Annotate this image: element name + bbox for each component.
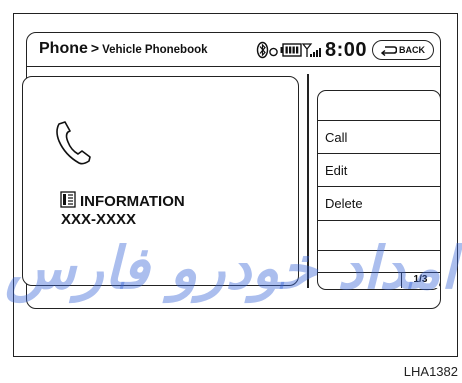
signal-strength-icon [301,42,322,58]
menu-item-edit[interactable]: Edit [318,154,440,187]
contact-label: INFORMATION [60,191,185,212]
panel-divider [307,74,309,288]
battery-icon [280,42,302,58]
menu-item-call[interactable]: Call [318,121,440,154]
page-indicator: 1/3 [401,272,439,288]
breadcrumb: Phone > Vehicle Phonebook [39,40,208,58]
menu-item-blank-1[interactable] [318,221,440,251]
phone-handset-icon [53,119,97,172]
menu-item-blank-top[interactable] [318,91,440,121]
back-button[interactable]: BACK [372,40,434,60]
info-card-icon [60,191,76,212]
header-bar: Phone > Vehicle Phonebook 8:00 BACK [27,33,440,67]
figure-id: LHA1382 [403,364,458,379]
contact-number: XXX-XXXX [61,211,137,228]
clock: 8:00 [324,38,367,61]
status-area: 8:00 BACK [256,38,434,62]
breadcrumb-separator: > [90,40,100,56]
bluetooth-icon [256,41,280,59]
menu-item-blank-2[interactable] [318,251,440,273]
breadcrumb-vehicle-phonebook: Vehicle Phonebook [102,44,208,56]
action-menu: Call Edit Delete [317,90,441,290]
menu-item-delete[interactable]: Delete [318,187,440,221]
back-button-label: BACK [399,45,425,55]
contact-info-panel: INFORMATION XXX-XXXX [22,76,299,286]
back-arrow-icon [381,44,397,56]
breadcrumb-phone[interactable]: Phone [39,40,88,57]
contact-name: INFORMATION [80,193,185,210]
